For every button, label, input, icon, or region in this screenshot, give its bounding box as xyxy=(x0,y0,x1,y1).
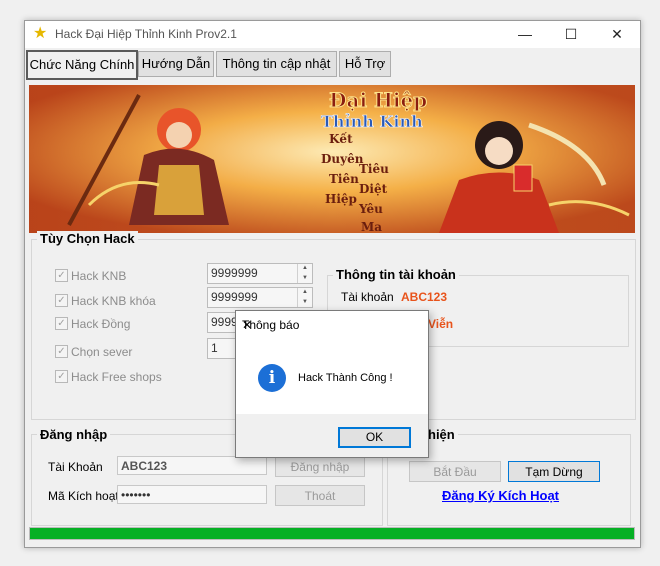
account-second-value: Viễn xyxy=(428,317,454,331)
spinner-up-icon[interactable]: ▲ xyxy=(298,264,312,273)
hack-options-title: Tùy Chọn Hack xyxy=(37,231,138,246)
logout-button[interactable]: Thoát xyxy=(275,485,365,506)
select-server-label: Chọn sever xyxy=(71,345,133,359)
info-icon: i xyxy=(258,364,286,392)
spinner-up-icon[interactable]: ▲ xyxy=(298,288,312,297)
dialog-body: i Hack Thành Công ! xyxy=(236,339,428,414)
hack-free-shops-checkbox[interactable]: ✓ xyxy=(55,370,68,383)
hack-knb-locked-label: Hack KNB khóa xyxy=(71,294,156,308)
close-button[interactable]: ✕ xyxy=(594,21,640,48)
login-title: Đăng nhập xyxy=(37,427,111,442)
hack-dong-value: 9999 xyxy=(211,315,238,329)
logo-line1: Đại Hiệp xyxy=(329,88,427,112)
svg-text:Kết: Kết xyxy=(329,131,353,146)
username-label: Tài Khoản xyxy=(48,460,103,474)
progress-bar xyxy=(29,527,635,540)
star-icon: ★ xyxy=(33,25,48,42)
hack-free-shops-label: Hack Free shops xyxy=(71,370,162,384)
app-window: ★ Hack Đại Hiệp Thỉnh Kinh Prov2.1 — ☐ ✕… xyxy=(24,20,641,548)
execute-title: hiện xyxy=(425,427,458,442)
tab-bar: Chức Năng Chính Hướng Dẫn Thông tin cập … xyxy=(25,49,640,80)
banner-art: Đại Hiệp Thỉnh Kinh Kết Duyên Tiên Hiệp … xyxy=(29,85,635,233)
svg-text:Ma: Ma xyxy=(361,220,382,233)
account-label: Tài khoản xyxy=(341,290,394,304)
tab-support[interactable]: Hỗ Trợ xyxy=(339,51,391,77)
svg-text:Duyên: Duyên xyxy=(321,152,364,166)
hack-knb-checkbox[interactable]: ✓ xyxy=(55,269,68,282)
register-activation-link[interactable]: Đăng Ký Kích Hoạt xyxy=(442,488,559,503)
dialog-message: Hack Thành Công ! xyxy=(298,372,393,384)
game-banner: Đại Hiệp Thỉnh Kinh Kết Duyên Tiên Hiệp … xyxy=(29,85,635,233)
hack-knb-value: 9999999 xyxy=(211,266,258,280)
dialog-close-icon[interactable]: ✕ xyxy=(242,318,420,332)
svg-text:Diệt: Diệt xyxy=(359,182,388,196)
tab-update-info[interactable]: Thông tin cập nhật xyxy=(216,51,337,77)
maximize-button[interactable]: ☐ xyxy=(548,21,594,48)
hack-dong-label: Hack Đồng xyxy=(71,317,131,331)
dialog-title-bar: Thông báo ✕ xyxy=(236,311,428,339)
progress-fill xyxy=(30,528,634,539)
activation-code-field[interactable]: ••••••• xyxy=(117,485,267,504)
hack-knb-label: Hack KNB xyxy=(71,269,127,283)
spinner-down-icon[interactable]: ▼ xyxy=(298,274,312,283)
svg-text:Hiệp: Hiệp xyxy=(325,192,357,206)
logo-line2: Thỉnh Kinh xyxy=(321,112,423,131)
game-logo: Đại Hiệp Thỉnh Kinh xyxy=(321,88,428,132)
window-title: Hack Đại Hiệp Thỉnh Kinh Prov2.1 xyxy=(55,27,237,41)
hack-knb-locked-value: 9999999 xyxy=(211,290,258,304)
spinner-down-icon[interactable]: ▼ xyxy=(298,298,312,307)
hack-dong-checkbox[interactable]: ✓ xyxy=(55,317,68,330)
activation-code-label: Mã Kích hoạt xyxy=(48,489,119,503)
hack-knb-locked-spinner[interactable]: 9999999 ▲ ▼ xyxy=(207,287,313,308)
tab-main-functions[interactable]: Chức Năng Chính xyxy=(26,50,138,80)
svg-text:Tiêu: Tiêu xyxy=(359,162,389,176)
login-button[interactable]: Đăng nhập xyxy=(275,456,365,477)
account-value: ABC123 xyxy=(401,290,448,304)
ok-button[interactable]: OK xyxy=(338,427,411,448)
message-dialog: Thông báo ✕ i Hack Thành Công ! OK xyxy=(235,310,429,458)
hack-knb-locked-checkbox[interactable]: ✓ xyxy=(55,294,68,307)
minimize-button[interactable]: — xyxy=(502,21,548,48)
svg-text:Yêu: Yêu xyxy=(358,202,383,216)
username-field[interactable]: ABC123 xyxy=(117,456,267,475)
title-bar: ★ Hack Đại Hiệp Thỉnh Kinh Prov2.1 — ☐ ✕ xyxy=(25,21,640,48)
hack-knb-spinner[interactable]: 9999999 ▲ ▼ xyxy=(207,263,313,284)
pause-button[interactable]: Tạm Dừng xyxy=(508,461,600,482)
start-button[interactable]: Bắt Đầu xyxy=(409,461,501,482)
select-server-value: 1 xyxy=(211,341,218,355)
tab-guide[interactable]: Hướng Dẫn xyxy=(138,51,214,77)
select-server-checkbox[interactable]: ✓ xyxy=(55,345,68,358)
svg-text:Tiên: Tiên xyxy=(329,172,359,186)
account-info-title: Thông tin tài khoản xyxy=(333,267,459,282)
